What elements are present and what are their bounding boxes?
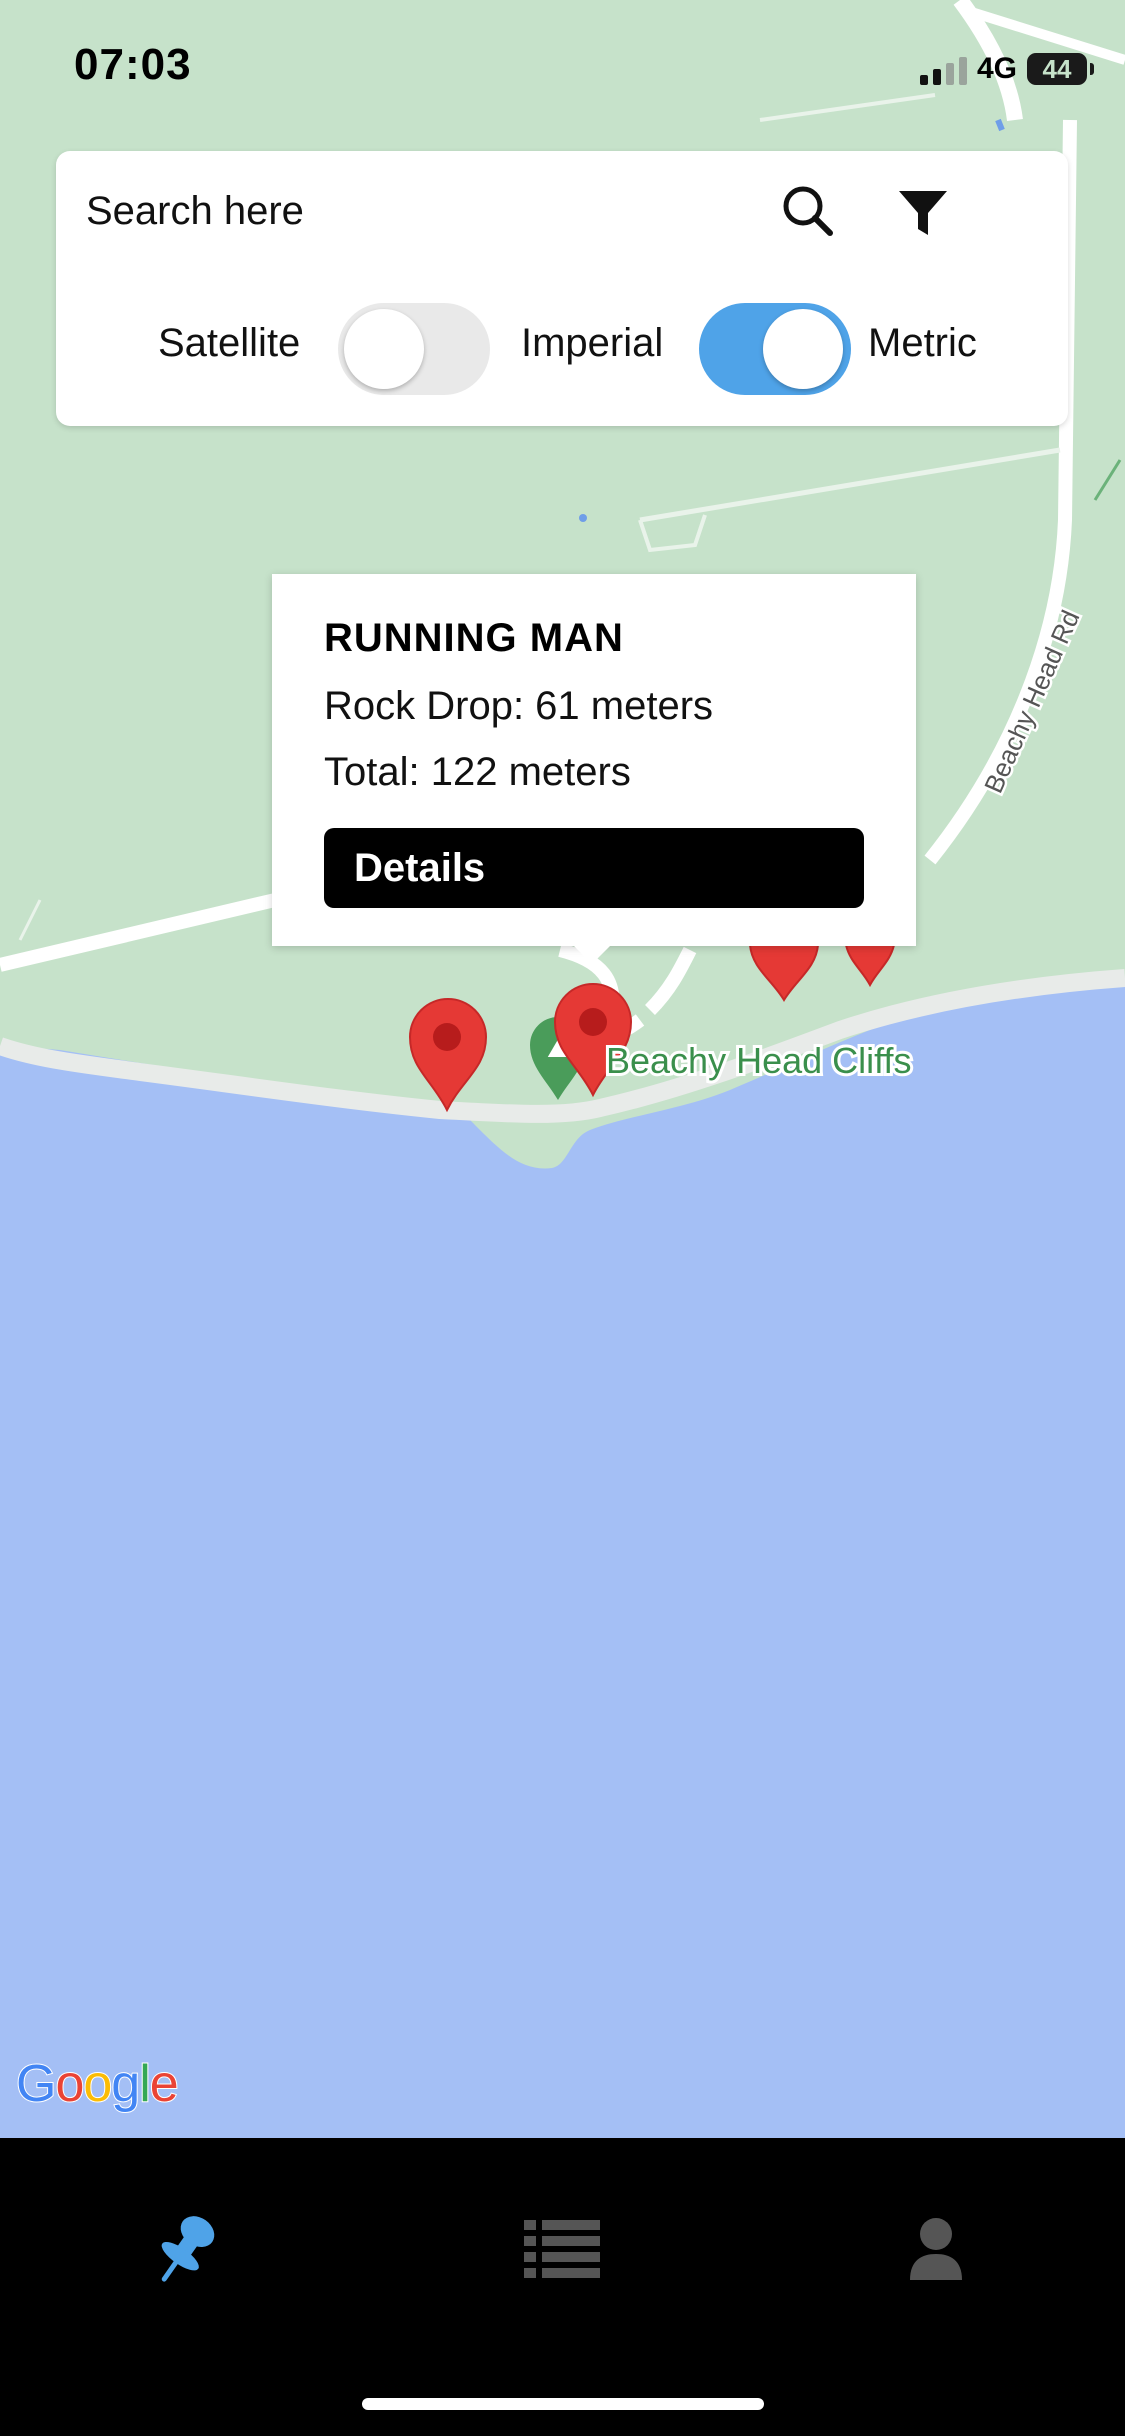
logo-letter: l: [138, 2054, 151, 2114]
tab-map[interactable]: [126, 2188, 246, 2308]
search-panel: Search here Satellite Imperial Metric: [56, 151, 1068, 426]
satellite-label: Satellite: [158, 321, 301, 365]
logo-letter: G: [15, 2054, 57, 2114]
tab-bar: [0, 2138, 1125, 2436]
toggle-knob: [344, 309, 424, 389]
google-logo: Google: [15, 2054, 180, 2114]
details-button[interactable]: Details: [324, 828, 864, 908]
rock-drop-text: Rock Drop: 61 meters: [324, 684, 714, 728]
logo-letter: e: [149, 2054, 180, 2114]
status-time: 07:03: [74, 40, 192, 89]
total-text: Total: 122 meters: [324, 750, 631, 794]
satellite-toggle[interactable]: [338, 303, 490, 395]
profile-icon: [910, 2218, 962, 2280]
map-view[interactable]: ⛰ Beachy Head Cliffs Beachy Head Rd 07:0…: [0, 0, 1125, 2138]
status-indicators: 4G 44: [919, 52, 1094, 86]
battery-level: 44: [1042, 53, 1072, 84]
logo-letter: g: [110, 2054, 141, 2114]
info-window: RUNNING MAN Rock Drop: 61 meters Total: …: [272, 574, 916, 964]
network-type: 4G: [976, 52, 1017, 85]
tab-profile[interactable]: [876, 2188, 996, 2308]
list-icon: [524, 2220, 600, 2278]
tab-list[interactable]: [502, 2188, 622, 2308]
pin-icon: [161, 2216, 215, 2282]
logo-letter: o: [54, 2054, 85, 2114]
search-icon[interactable]: [778, 181, 838, 241]
home-indicator: [362, 2398, 764, 2410]
filter-icon[interactable]: [896, 185, 950, 239]
popup-title: RUNNING MAN: [324, 616, 624, 660]
units-toggle[interactable]: [699, 303, 851, 395]
logo-letter: o: [82, 2054, 113, 2114]
search-input[interactable]: Search here: [86, 189, 304, 234]
toggle-knob: [763, 309, 843, 389]
metric-label: Metric: [868, 321, 977, 365]
battery-icon: 44: [1027, 53, 1094, 85]
place-label: Beachy Head Cliffs: [606, 1040, 912, 1081]
imperial-label: Imperial: [521, 321, 664, 365]
signal-icon: [919, 53, 967, 85]
